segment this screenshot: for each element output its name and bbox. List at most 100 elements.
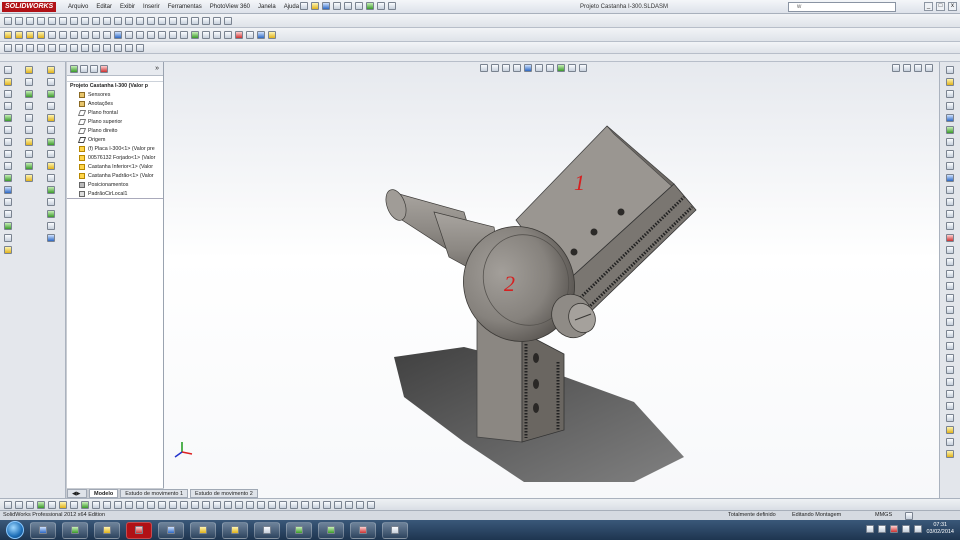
- instant3d-icon[interactable]: [191, 30, 199, 39]
- curves-icon[interactable]: [180, 30, 188, 39]
- tree-item-plano-direito[interactable]: Plano direito: [67, 127, 163, 136]
- fillet-right-icon[interactable]: [946, 294, 954, 302]
- text-right-icon[interactable]: [946, 234, 954, 242]
- taskbar-calc[interactable]: [382, 521, 408, 539]
- reference-geometry-tb-icon[interactable]: [92, 43, 100, 52]
- tree-root-assembly[interactable]: Projeto Castanha I-300 (Valor p: [67, 82, 163, 91]
- planar-surface-bottom-icon[interactable]: [323, 500, 331, 509]
- circle-icon[interactable]: [4, 114, 12, 122]
- smart-fasteners-icon[interactable]: [37, 43, 45, 52]
- loft-icon[interactable]: [37, 30, 45, 39]
- display-states-icon[interactable]: [47, 198, 55, 206]
- insert-part-icon[interactable]: [47, 66, 55, 74]
- expand-panel-chevron-icon[interactable]: »: [155, 65, 159, 72]
- offset-tool-icon[interactable]: [158, 16, 166, 25]
- fillet-tool-icon[interactable]: [92, 16, 100, 25]
- open-folder-icon[interactable]: [311, 2, 319, 10]
- tab-scroll-arrows[interactable]: ◀▶: [67, 489, 87, 498]
- dome-icon[interactable]: [202, 30, 210, 39]
- fillet-left-icon[interactable]: [4, 210, 12, 218]
- graphics-area[interactable]: 1 2: [164, 62, 939, 498]
- pattern-left-icon[interactable]: [4, 222, 12, 230]
- hole-wizard-icon[interactable]: [125, 30, 133, 39]
- tray-app-1-icon[interactable]: [866, 525, 875, 533]
- line-sketch-right-icon[interactable]: [946, 150, 954, 158]
- move-entities-icon[interactable]: [180, 16, 188, 25]
- construction-right-icon[interactable]: [946, 390, 954, 398]
- delete-face-bottom-icon[interactable]: [191, 500, 199, 509]
- circle-right-icon[interactable]: [946, 174, 954, 182]
- thicken-bottom-icon[interactable]: [257, 500, 265, 509]
- flatten-bottom-icon[interactable]: [367, 500, 375, 509]
- hole-icon[interactable]: [25, 126, 33, 134]
- draft-left-icon[interactable]: [25, 174, 33, 182]
- trim-tool-icon[interactable]: [136, 16, 144, 25]
- mass-props-bottom-icon[interactable]: [81, 500, 89, 509]
- move-face-bottom-icon[interactable]: [180, 500, 188, 509]
- chamfer-right-icon[interactable]: [946, 306, 954, 314]
- repair-sketch-icon[interactable]: [202, 16, 210, 25]
- point-right-icon[interactable]: [946, 222, 954, 230]
- tab-modelo[interactable]: Modelo: [89, 489, 119, 498]
- print-icon[interactable]: [333, 2, 341, 10]
- rapid-sketch-icon[interactable]: [213, 16, 221, 25]
- radiate-bottom-icon[interactable]: [334, 500, 342, 509]
- menu-ferramentas[interactable]: Ferramentas: [168, 2, 202, 12]
- bill-of-materials-icon[interactable]: [114, 43, 122, 52]
- taskbar-clock[interactable]: 07:31 03/02/2014: [926, 522, 954, 536]
- scale-bottom-icon[interactable]: [246, 500, 254, 509]
- convert-right-icon[interactable]: [946, 378, 954, 386]
- smart-mate-icon[interactable]: [47, 114, 55, 122]
- replace-face-bottom-icon[interactable]: [202, 500, 210, 509]
- configurationmanager-tab-icon[interactable]: [90, 64, 98, 73]
- move-comp-left-icon[interactable]: [47, 90, 55, 98]
- hide-show-icon[interactable]: [47, 174, 55, 182]
- select-bottom-icon[interactable]: [4, 500, 12, 509]
- tree-item-plano-frontal[interactable]: Plano frontal: [67, 109, 163, 118]
- rotate-comp-left-icon[interactable]: [47, 102, 55, 110]
- extrude-icon[interactable]: [4, 30, 12, 39]
- linear-pattern-icon[interactable]: [136, 30, 144, 39]
- menu-arquivo[interactable]: Arquivo: [68, 2, 88, 12]
- menu-photoview[interactable]: PhotoView 360: [210, 2, 250, 12]
- spline-icon[interactable]: [4, 138, 12, 146]
- mirror-icon[interactable]: [4, 162, 12, 170]
- play-bottom-icon[interactable]: [37, 500, 45, 509]
- freeform-icon[interactable]: [235, 30, 243, 39]
- taskbar-excel[interactable]: [286, 521, 312, 539]
- shell-left-icon[interactable]: [25, 150, 33, 158]
- polygon-right-icon[interactable]: [946, 210, 954, 218]
- menu-editar[interactable]: Editar: [96, 2, 112, 12]
- assembly-model-svg[interactable]: 1 2: [164, 62, 939, 498]
- move-left-icon[interactable]: [4, 234, 12, 242]
- fillet-icon[interactable]: [70, 30, 78, 39]
- assembly-features-icon[interactable]: [257, 30, 265, 39]
- solidworks-resources-icon[interactable]: [946, 66, 954, 74]
- offset-icon[interactable]: [4, 174, 12, 182]
- design-library-icon[interactable]: [946, 78, 954, 86]
- untrim-bottom-icon[interactable]: [345, 500, 353, 509]
- undercut-bottom-icon[interactable]: [125, 500, 133, 509]
- centerline-tool-icon[interactable]: [114, 16, 122, 25]
- displaymanager-tab-icon[interactable]: [100, 64, 108, 73]
- ruled-bottom-icon[interactable]: [169, 500, 177, 509]
- interference-left-icon[interactable]: [47, 138, 55, 146]
- tree-item-plano-superior[interactable]: Plano superior: [67, 118, 163, 127]
- taskbar-document[interactable]: [254, 521, 280, 539]
- assembly-features-tb-icon[interactable]: [81, 43, 89, 52]
- search-input[interactable]: w: [788, 2, 896, 12]
- network-icon[interactable]: [902, 525, 911, 533]
- smart-dimension-icon[interactable]: [4, 78, 12, 86]
- tree-item-posicionamentos[interactable]: Posicionamentos: [67, 181, 163, 190]
- sketch-picture-right-icon[interactable]: [946, 402, 954, 410]
- menu-ajuda[interactable]: Ajuda: [284, 2, 299, 12]
- taskbar-folder[interactable]: [222, 521, 248, 539]
- cut-revolve-icon[interactable]: [59, 30, 67, 39]
- volume-icon[interactable]: [914, 525, 923, 533]
- trim-surface-bottom-icon[interactable]: [279, 500, 287, 509]
- show-hidden-icon[interactable]: [70, 43, 78, 52]
- select-arrow-icon[interactable]: [355, 2, 363, 10]
- reference-geometry-icon[interactable]: [169, 30, 177, 39]
- new-document-icon[interactable]: [300, 2, 308, 10]
- taskbar-solidworks[interactable]: [126, 521, 152, 539]
